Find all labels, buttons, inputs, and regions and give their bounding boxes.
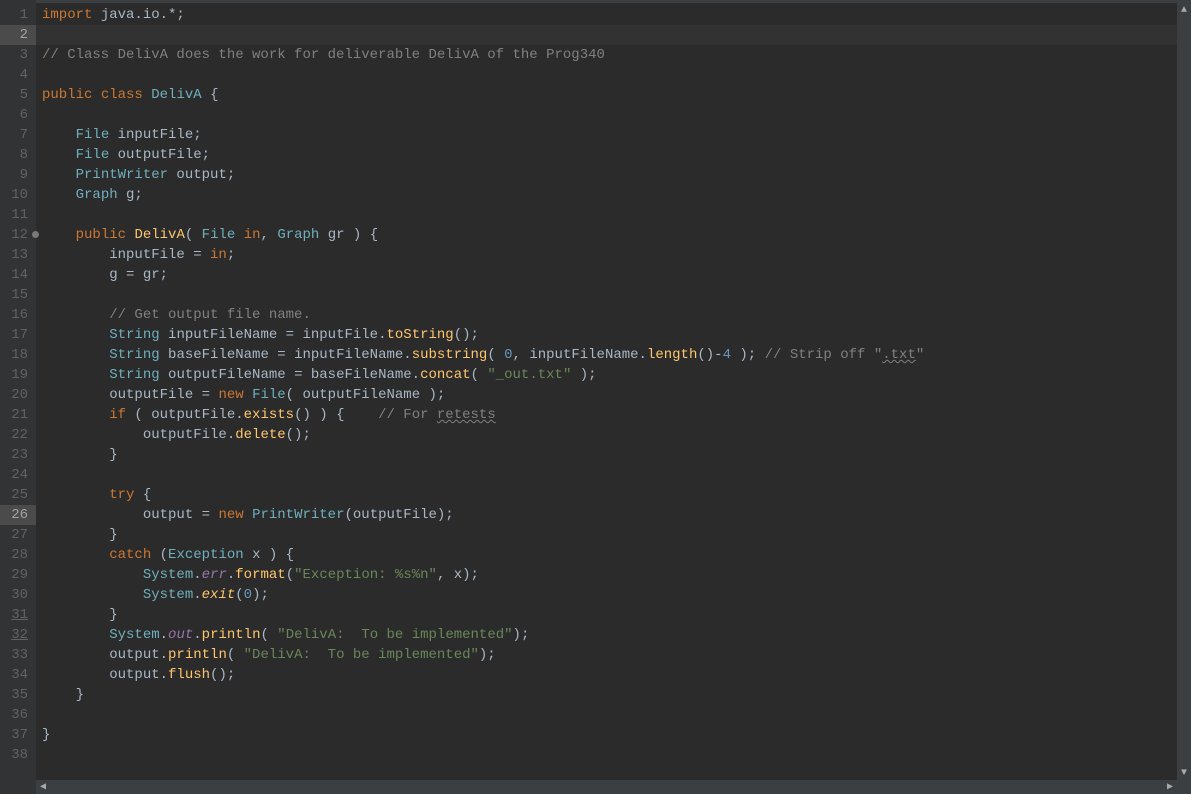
line-number[interactable]: 6: [0, 105, 36, 125]
code-line[interactable]: }: [42, 605, 1191, 625]
line-number[interactable]: 28: [0, 545, 36, 565]
line-number[interactable]: 37: [0, 725, 36, 745]
code-line[interactable]: [42, 285, 1191, 305]
line-number[interactable]: 16: [0, 305, 36, 325]
code-line[interactable]: [42, 745, 1191, 765]
line-number[interactable]: 26: [0, 505, 36, 525]
line-number[interactable]: 19: [0, 365, 36, 385]
line-number[interactable]: 18: [0, 345, 36, 365]
code-line[interactable]: File outputFile;: [42, 145, 1191, 165]
code-line[interactable]: g = gr;: [42, 265, 1191, 285]
code-line[interactable]: output.println( "DelivA: To be implement…: [42, 645, 1191, 665]
code-line[interactable]: [42, 105, 1191, 125]
code-editor: 1 2 3 4 5 6 7 8 9 10 11 12 13 14 15 16 1…: [0, 0, 1191, 794]
line-number[interactable]: 33: [0, 645, 36, 665]
scroll-down-icon[interactable]: ▼: [1177, 766, 1191, 780]
scroll-up-icon[interactable]: ▲: [1177, 3, 1191, 17]
line-number[interactable]: 23: [0, 445, 36, 465]
code-line[interactable]: [42, 65, 1191, 85]
code-line[interactable]: output = new PrintWriter(outputFile);: [42, 505, 1191, 525]
code-line[interactable]: outputFile.delete();: [42, 425, 1191, 445]
code-line[interactable]: try {: [42, 485, 1191, 505]
code-line[interactable]: System.exit(0);: [42, 585, 1191, 605]
code-line[interactable]: }: [42, 525, 1191, 545]
code-line[interactable]: catch (Exception x ) {: [42, 545, 1191, 565]
code-line[interactable]: }: [42, 725, 1191, 745]
line-number[interactable]: 13: [0, 245, 36, 265]
scrollbar-corner: [1177, 780, 1191, 794]
line-number[interactable]: 32: [0, 625, 36, 645]
code-line[interactable]: }: [42, 445, 1191, 465]
code-line[interactable]: inputFile = in;: [42, 245, 1191, 265]
line-number[interactable]: 5: [0, 85, 36, 105]
line-number[interactable]: 11: [0, 205, 36, 225]
code-line[interactable]: }: [42, 685, 1191, 705]
horizontal-scrollbar[interactable]: ◀ ▶: [36, 780, 1177, 794]
line-number[interactable]: 36: [0, 705, 36, 725]
code-line[interactable]: File inputFile;: [42, 125, 1191, 145]
line-number[interactable]: 29: [0, 565, 36, 585]
line-number[interactable]: 22: [0, 425, 36, 445]
line-number[interactable]: 15: [0, 285, 36, 305]
code-text-area[interactable]: import java.io.*; // Class DelivA does t…: [36, 0, 1191, 794]
line-number[interactable]: 25: [0, 485, 36, 505]
code-line[interactable]: public class DelivA {: [42, 85, 1191, 105]
line-number[interactable]: 31: [0, 605, 36, 625]
line-number[interactable]: 27: [0, 525, 36, 545]
line-number[interactable]: 10: [0, 185, 36, 205]
line-number[interactable]: 1: [0, 5, 36, 25]
line-number[interactable]: 2: [0, 25, 36, 45]
code-line[interactable]: PrintWriter output;: [42, 165, 1191, 185]
line-number[interactable]: 34: [0, 665, 36, 685]
line-number[interactable]: 17: [0, 325, 36, 345]
code-line[interactable]: Graph g;: [42, 185, 1191, 205]
code-line[interactable]: import java.io.*;: [42, 5, 1191, 25]
code-line[interactable]: String baseFileName = inputFileName.subs…: [42, 345, 1191, 365]
code-line[interactable]: [36, 25, 1191, 45]
code-line[interactable]: // Get output file name.: [42, 305, 1191, 325]
code-line[interactable]: [42, 205, 1191, 225]
line-number-gutter[interactable]: 1 2 3 4 5 6 7 8 9 10 11 12 13 14 15 16 1…: [0, 0, 36, 794]
code-line[interactable]: String inputFileName = inputFile.toStrin…: [42, 325, 1191, 345]
line-number[interactable]: 12: [0, 225, 36, 245]
line-number[interactable]: 21: [0, 405, 36, 425]
code-line[interactable]: if ( outputFile.exists() ) { // For rete…: [42, 405, 1191, 425]
line-number[interactable]: 35: [0, 685, 36, 705]
code-line[interactable]: String outputFileName = baseFileName.con…: [42, 365, 1191, 385]
line-number[interactable]: 14: [0, 265, 36, 285]
vertical-scrollbar[interactable]: ▲ ▼: [1177, 3, 1191, 780]
line-number[interactable]: 20: [0, 385, 36, 405]
code-line[interactable]: outputFile = new File( outputFileName );: [42, 385, 1191, 405]
code-line[interactable]: output.flush();: [42, 665, 1191, 685]
line-number[interactable]: 38: [0, 745, 36, 765]
code-line[interactable]: System.out.println( "DelivA: To be imple…: [42, 625, 1191, 645]
code-line[interactable]: [42, 465, 1191, 485]
scroll-left-icon[interactable]: ◀: [36, 780, 50, 794]
line-number[interactable]: 30: [0, 585, 36, 605]
line-number[interactable]: 7: [0, 125, 36, 145]
line-number[interactable]: 8: [0, 145, 36, 165]
line-number[interactable]: 9: [0, 165, 36, 185]
code-line[interactable]: public DelivA( File in, Graph gr ) {: [42, 225, 1191, 245]
line-number[interactable]: 4: [0, 65, 36, 85]
scroll-right-icon[interactable]: ▶: [1163, 780, 1177, 794]
line-number[interactable]: 24: [0, 465, 36, 485]
code-line[interactable]: // Class DelivA does the work for delive…: [42, 45, 1191, 65]
line-number[interactable]: 3: [0, 45, 36, 65]
code-line[interactable]: System.err.format("Exception: %s%n", x);: [42, 565, 1191, 585]
code-line[interactable]: [42, 705, 1191, 725]
